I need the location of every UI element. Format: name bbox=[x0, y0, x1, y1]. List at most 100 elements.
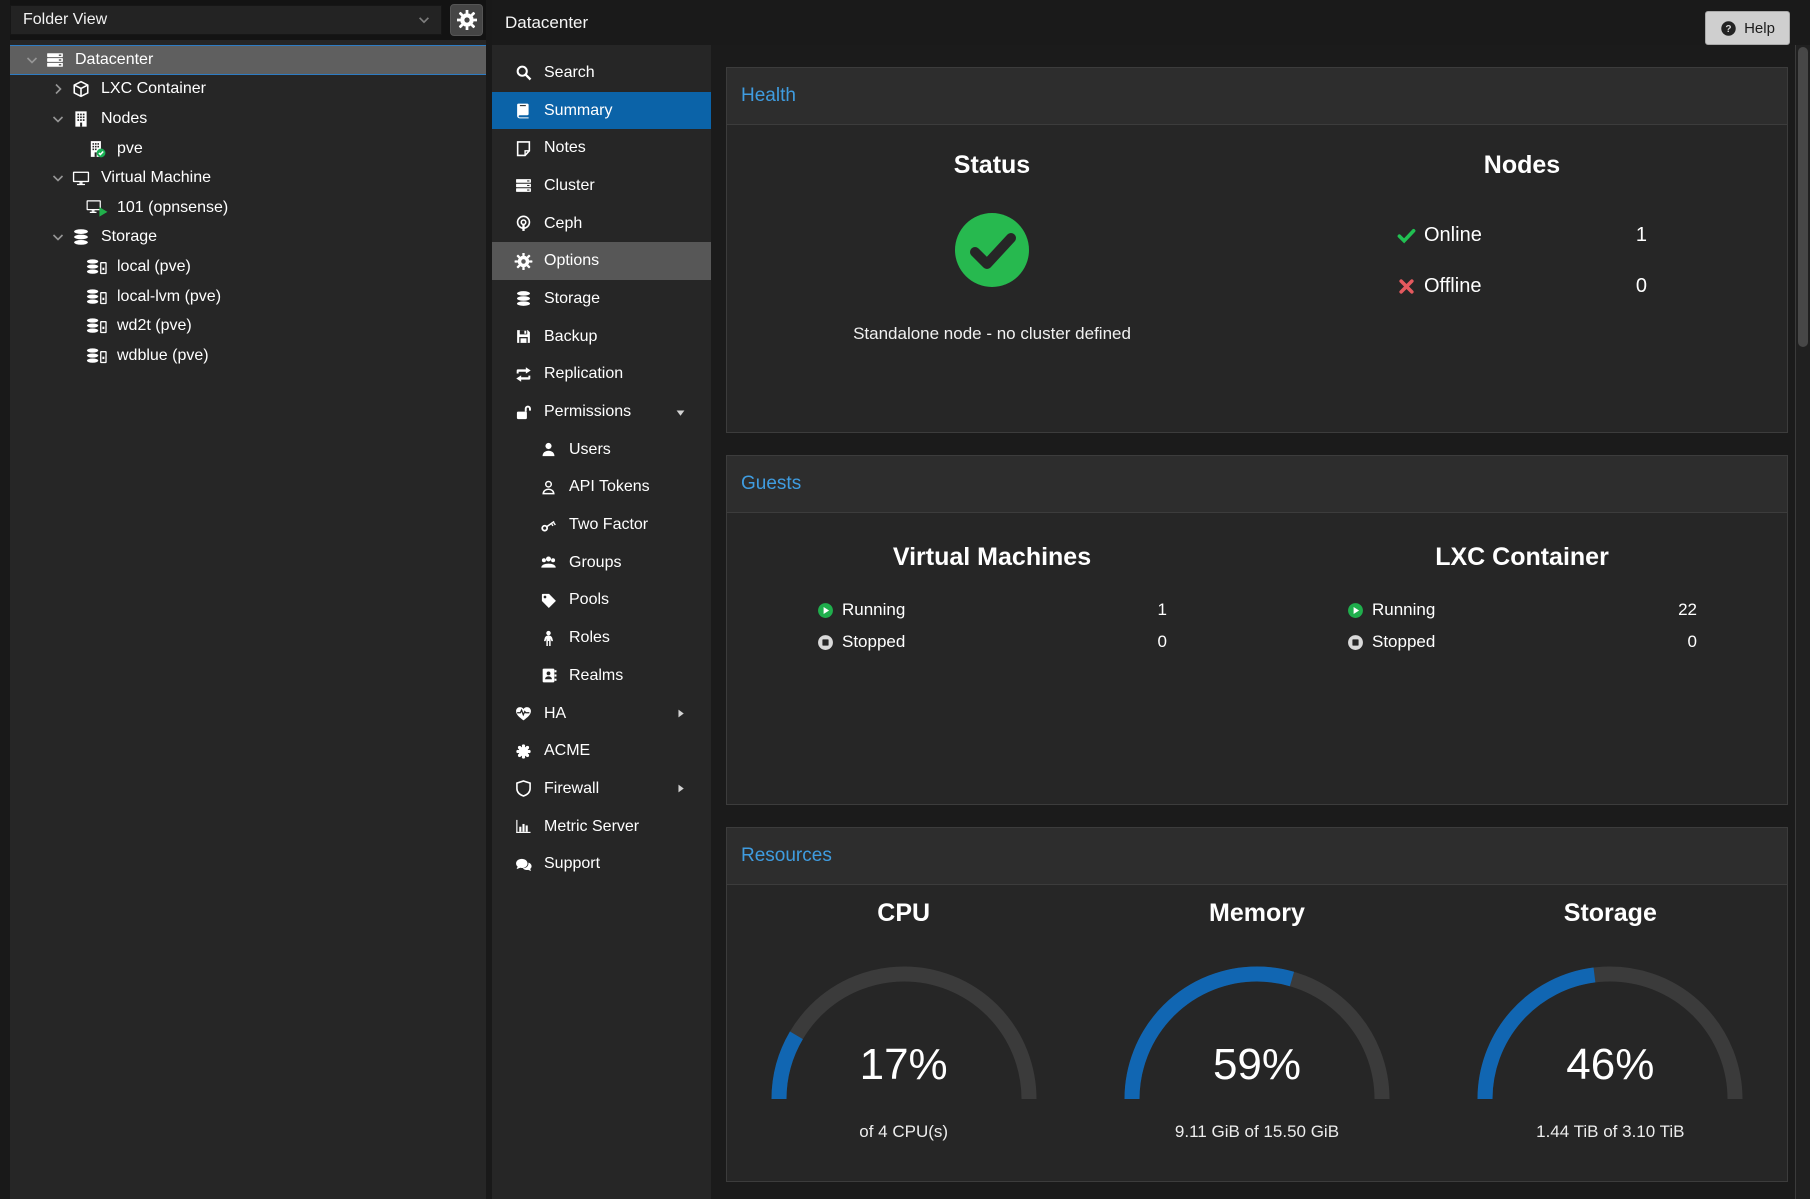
nav-item-pools[interactable]: Pools bbox=[492, 582, 711, 620]
ceph-icon bbox=[514, 215, 533, 232]
search-icon bbox=[514, 64, 533, 81]
nav-item-cluster[interactable]: Cluster bbox=[492, 167, 711, 205]
nodes-heading: Nodes bbox=[1257, 151, 1787, 180]
expander-right-icon[interactable] bbox=[50, 81, 66, 97]
nodes-online-label: Online bbox=[1424, 224, 1482, 247]
gauge-percent: 59% bbox=[1117, 1040, 1397, 1090]
nodes-offline-count: 0 bbox=[1636, 275, 1647, 298]
tree-item-virtual-machine[interactable]: Virtual Machine bbox=[10, 163, 486, 193]
nav-item-ceph[interactable]: Ceph bbox=[492, 205, 711, 243]
tree-item-label: 101 (opnsense) bbox=[117, 199, 228, 217]
building-check-icon bbox=[86, 140, 108, 158]
nav-item-groups[interactable]: Groups bbox=[492, 544, 711, 582]
nav-item-label: ACME bbox=[544, 742, 590, 760]
chat-icon bbox=[514, 856, 533, 873]
nav-item-summary[interactable]: Summary bbox=[492, 92, 711, 130]
gauge-caption: 1.44 TiB of 3.10 TiB bbox=[1434, 1122, 1787, 1142]
nav-item-metric-server[interactable]: Metric Server bbox=[492, 808, 711, 846]
guests-panel: Guests Virtual Machines Running 1 Stoppe… bbox=[726, 455, 1788, 805]
status-ok-icon bbox=[952, 210, 1032, 290]
question-circle-icon: ? bbox=[1720, 20, 1737, 37]
tree-item-local-lvm-pve[interactable]: local-lvm (pve) bbox=[10, 282, 486, 312]
nav-item-acme[interactable]: ACME bbox=[492, 732, 711, 770]
nav-item-label: Metric Server bbox=[544, 818, 639, 836]
building-icon bbox=[70, 110, 92, 128]
tree-item-label: Nodes bbox=[101, 110, 147, 128]
tree-item-storage[interactable]: Storage bbox=[10, 223, 486, 253]
nav-item-options[interactable]: Options bbox=[492, 242, 711, 280]
guests-panel-header: Guests bbox=[727, 456, 1787, 513]
monitor-icon bbox=[70, 169, 92, 187]
sidebar-toolbar: Folder View bbox=[10, 0, 486, 40]
nav-item-api-tokens[interactable]: API Tokens bbox=[492, 469, 711, 507]
nav-item-label: Groups bbox=[569, 554, 621, 572]
nodes-online-count: 1 bbox=[1636, 224, 1647, 247]
database-icon bbox=[514, 290, 533, 307]
person-icon bbox=[539, 630, 558, 647]
tree-item-label: Virtual Machine bbox=[101, 169, 211, 187]
expander-down-icon[interactable] bbox=[50, 111, 66, 127]
nav-item-storage[interactable]: Storage bbox=[492, 280, 711, 318]
nav-item-realms[interactable]: Realms bbox=[492, 657, 711, 695]
gauge-percent: 17% bbox=[764, 1040, 1044, 1090]
nav-item-users[interactable]: Users bbox=[492, 431, 711, 469]
nav-item-replication[interactable]: Replication bbox=[492, 356, 711, 394]
nav-item-permissions[interactable]: Permissions bbox=[492, 393, 711, 431]
database-drive-icon bbox=[86, 347, 108, 365]
nav-item-label: HA bbox=[544, 705, 566, 723]
nav-item-ha[interactable]: HA bbox=[492, 695, 711, 733]
nav-item-support[interactable]: Support bbox=[492, 845, 711, 883]
stopped-icon bbox=[817, 634, 834, 651]
resource-tree-sidebar: Folder View DatacenterLXC Container Nodes… bbox=[10, 0, 486, 1199]
nodes-offline-label: Offline bbox=[1424, 275, 1481, 298]
nav-item-label: Search bbox=[544, 64, 595, 82]
expander-down-icon[interactable] bbox=[24, 52, 40, 68]
tree-item-label: wd2t (pve) bbox=[117, 317, 192, 335]
expander-down-icon[interactable] bbox=[50, 170, 66, 186]
resources-panel: Resources CPU17%of 4 CPU(s)Memory59%9.11… bbox=[726, 827, 1788, 1182]
svg-text:?: ? bbox=[1725, 24, 1731, 35]
tree-item-datacenter[interactable]: Datacenter bbox=[10, 45, 486, 75]
database-drive-icon bbox=[86, 317, 108, 335]
gear-icon bbox=[514, 253, 533, 270]
tree-item-local-pve[interactable]: local (pve) bbox=[10, 252, 486, 282]
nav-item-label: Firewall bbox=[544, 780, 599, 798]
scrollbar-thumb[interactable] bbox=[1798, 47, 1808, 347]
nav-item-roles[interactable]: Roles bbox=[492, 619, 711, 657]
caret-right-icon bbox=[674, 782, 687, 795]
nodes-online-row: Online 1 bbox=[1397, 210, 1647, 261]
view-mode-select[interactable]: Folder View bbox=[10, 5, 442, 35]
expander-down-icon[interactable] bbox=[50, 229, 66, 245]
nav-item-firewall[interactable]: Firewall bbox=[492, 770, 711, 808]
nav-item-search[interactable]: Search bbox=[492, 54, 711, 92]
tree-item-wdblue-pve[interactable]: wdblue (pve) bbox=[10, 341, 486, 371]
gauge-storage: Storage46%1.44 TiB of 3.10 TiB bbox=[1434, 885, 1787, 1142]
caret-down-icon bbox=[674, 406, 687, 419]
nav-item-label: Users bbox=[569, 441, 611, 459]
health-panel-title: Health bbox=[741, 85, 796, 107]
gauge-heading: CPU bbox=[727, 899, 1080, 928]
nav-item-notes[interactable]: Notes bbox=[492, 129, 711, 167]
tree-item-101-opnsense[interactable]: 101 (opnsense) bbox=[10, 193, 486, 223]
tree-item-lxc-container[interactable]: LXC Container bbox=[10, 75, 486, 105]
help-button[interactable]: ? Help bbox=[1705, 11, 1790, 45]
gauge-memory: Memory59%9.11 GiB of 15.50 GiB bbox=[1080, 885, 1433, 1142]
tree-item-wd2t-pve[interactable]: wd2t (pve) bbox=[10, 311, 486, 341]
heartbeat-icon bbox=[514, 705, 533, 722]
gauge-heading: Memory bbox=[1080, 899, 1433, 928]
user-icon bbox=[539, 441, 558, 458]
key-icon bbox=[539, 517, 558, 534]
vm-running-row: Running 1 bbox=[817, 594, 1167, 626]
nav-item-backup[interactable]: Backup bbox=[492, 318, 711, 356]
nav-item-two-factor[interactable]: Two Factor bbox=[492, 506, 711, 544]
vm-stopped-count: 0 bbox=[1158, 632, 1167, 652]
gauge-caption: of 4 CPU(s) bbox=[727, 1122, 1080, 1142]
tree-item-pve[interactable]: pve bbox=[10, 134, 486, 164]
gauge-heading: Storage bbox=[1434, 899, 1787, 928]
lxc-running-count: 22 bbox=[1678, 600, 1697, 620]
vm-running-label: Running bbox=[842, 600, 905, 620]
nav-item-label: Cluster bbox=[544, 177, 595, 195]
resources-panel-header: Resources bbox=[727, 828, 1787, 885]
tree-item-nodes[interactable]: Nodes bbox=[10, 104, 486, 134]
tree-settings-button[interactable] bbox=[450, 4, 483, 36]
